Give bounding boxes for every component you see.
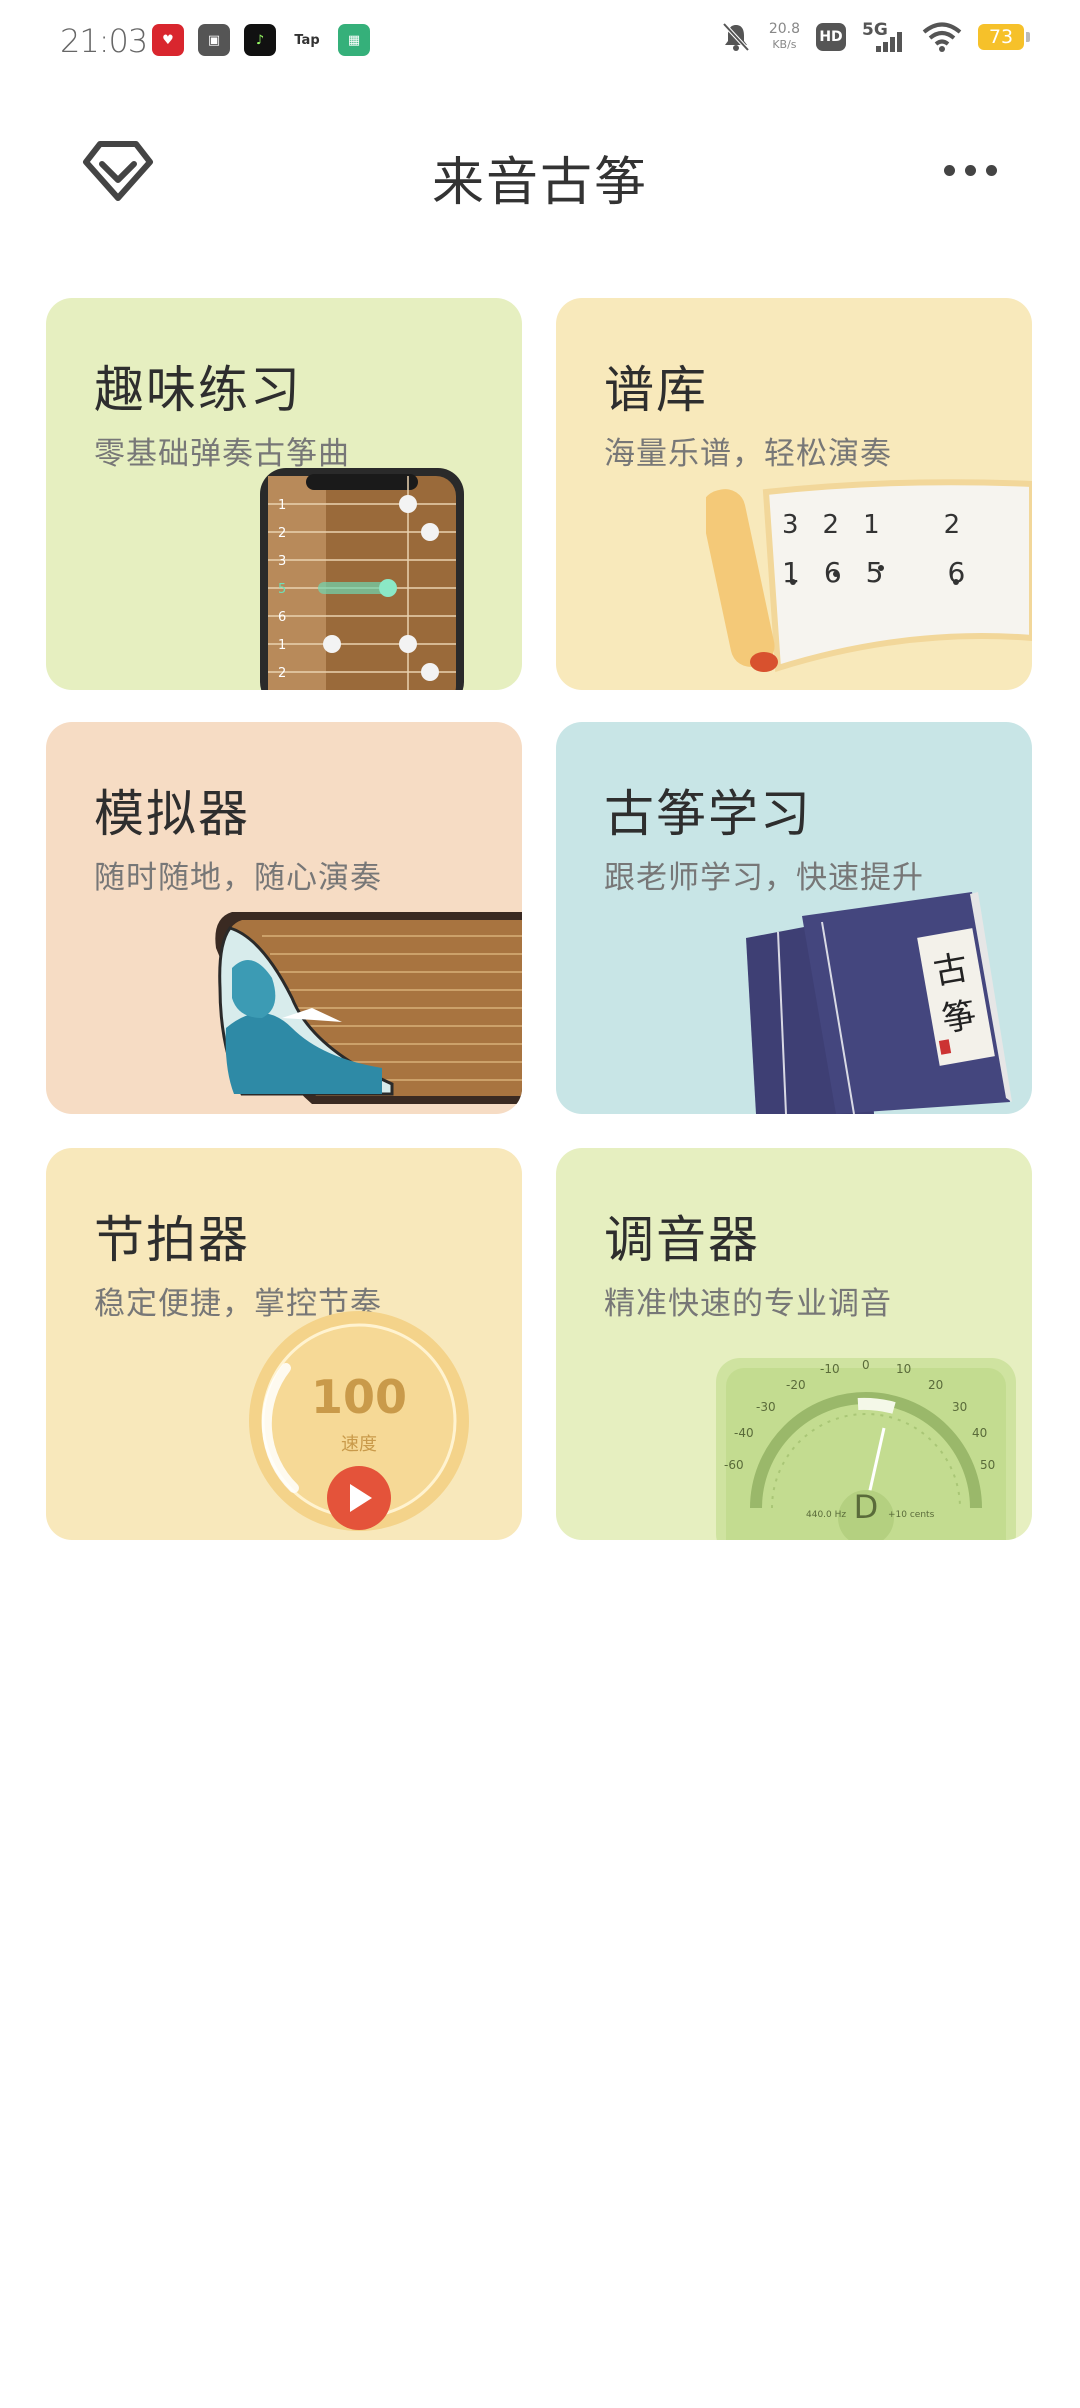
- score-note: 1: [782, 556, 800, 589]
- card-subtitle: 海量乐谱，轻松演奏: [604, 436, 892, 472]
- score-note: 6: [947, 556, 966, 589]
- tuner-tick: 20: [928, 1378, 944, 1392]
- score-note: 2: [822, 510, 840, 540]
- tuner-tick: 50: [980, 1458, 996, 1472]
- tuner-tick: 0: [862, 1358, 870, 1372]
- wifi-icon: [922, 22, 962, 52]
- card-title: 调音器: [604, 1211, 760, 1269]
- battery-icon: 73: [978, 24, 1030, 50]
- tuner-tick: -20: [786, 1378, 806, 1392]
- tuner-note: D: [853, 1488, 879, 1526]
- string-label: 2: [278, 526, 287, 541]
- signal-icon: 5G: [862, 20, 906, 54]
- music-app-icon: ♪: [244, 24, 276, 56]
- tuner-tick: 30: [952, 1400, 968, 1414]
- guzheng-illustration: [202, 908, 522, 1114]
- hd-icon: HD: [816, 23, 846, 51]
- game-app-icon: ▦: [338, 24, 370, 56]
- card-subtitle: 精准快速的专业调音: [604, 1286, 892, 1322]
- mute-bell-icon: [722, 22, 750, 52]
- page-title: 来音古筝: [431, 153, 648, 213]
- more-dot-icon: [943, 164, 955, 176]
- score-bottom-row: 1 6 5 6: [782, 556, 965, 589]
- card-title: 谱库: [604, 361, 708, 419]
- card-tuner[interactable]: 调音器 精准快速的专业调音 -20 -10 0 10 20 -30 30 -40…: [556, 1148, 1032, 1540]
- phone-practice-illustration: 1 2 3 5 6 1 2: [258, 466, 466, 690]
- card-fun-practice[interactable]: 趣味练习 零基础弹奏古筝曲 1 2 3 5 6 1 2: [46, 298, 522, 690]
- tuner-frequency: 440.0 Hz: [806, 1510, 847, 1520]
- tuner-cents: +10 cents: [888, 1510, 935, 1520]
- score-note: 3: [782, 510, 799, 540]
- books-illustration: 古 筝: [742, 892, 1012, 1114]
- metronome-bpm: 100: [310, 1370, 408, 1424]
- string-label: 1: [278, 638, 287, 653]
- tuner-tick: -40: [734, 1426, 754, 1440]
- card-title: 趣味练习: [94, 361, 302, 419]
- net-speed-unit: KB/s: [772, 38, 797, 51]
- tuner-gauge-illustration: -20 -10 0 10 20 -30 30 -40 40 -60 50 D 4…: [716, 1358, 1016, 1540]
- score-note: 5: [865, 556, 884, 589]
- string-label: 1: [278, 498, 287, 513]
- tuner-tick: 40: [972, 1426, 988, 1440]
- more-dot-icon: [985, 164, 997, 176]
- card-simulator[interactable]: 模拟器 随时随地，随心演奏: [46, 722, 522, 1114]
- score-top-row: 3 2 1 2: [782, 510, 960, 540]
- tuner-tick: -10: [820, 1362, 840, 1376]
- string-label: 5: [278, 582, 287, 597]
- scroll-score-illustration: 3 2 1 2 1 6 5 6: [701, 478, 1032, 690]
- string-label: 2: [278, 666, 287, 681]
- bag-app-icon: ▣: [198, 24, 230, 56]
- score-note: 2: [943, 510, 961, 540]
- net-speed-value: 20.8: [768, 21, 800, 37]
- card-subtitle: 随时随地，随心演奏: [94, 860, 382, 896]
- net-speed: 20.8 KB/s: [769, 21, 800, 53]
- metronome-speed-label: 速度: [341, 1434, 377, 1455]
- tuner-tick: -60: [724, 1458, 744, 1472]
- more-options-button[interactable]: [940, 156, 1000, 184]
- card-score-library[interactable]: 谱库 海量乐谱，轻松演奏 3 2 1 2 1 6 5 6: [556, 298, 1032, 690]
- metronome-dial-illustration: 100 速度: [246, 1308, 472, 1540]
- status-time: 21:03: [60, 22, 148, 60]
- string-label: 3: [278, 554, 287, 569]
- taptap-app-icon: Tap: [290, 24, 324, 56]
- card-metronome[interactable]: 节拍器 稳定便捷，掌控节奏 100 速度: [46, 1148, 522, 1540]
- card-title: 节拍器: [94, 1211, 250, 1269]
- score-note: 1: [863, 510, 880, 540]
- card-title: 古筝学习: [604, 785, 812, 843]
- more-dot-icon: [964, 164, 976, 176]
- status-app-icons: ♥ ▣ ♪ Tap ▦: [152, 24, 370, 56]
- status-indicators: 20.8 KB/s HD 5G 73: [719, 20, 1030, 54]
- string-numbers: 1 2 3 5 6 1 2: [278, 492, 286, 688]
- app-header: 来音古筝: [0, 120, 1080, 220]
- score-note: 6: [823, 556, 842, 589]
- tuner-tick: -30: [756, 1400, 776, 1414]
- card-subtitle: 跟老师学习，快速提升: [604, 860, 924, 896]
- card-title: 模拟器: [94, 785, 250, 843]
- tuner-tick: 10: [896, 1362, 912, 1376]
- card-guzheng-lessons[interactable]: 古筝学习 跟老师学习，快速提升 古 筝: [556, 722, 1032, 1114]
- status-bar: 21:03 ♥ ▣ ♪ Tap ▦ 20.8 KB/s HD 5G 73: [0, 0, 1080, 84]
- heart-app-icon: ♥: [152, 24, 184, 56]
- string-label: 6: [278, 610, 287, 625]
